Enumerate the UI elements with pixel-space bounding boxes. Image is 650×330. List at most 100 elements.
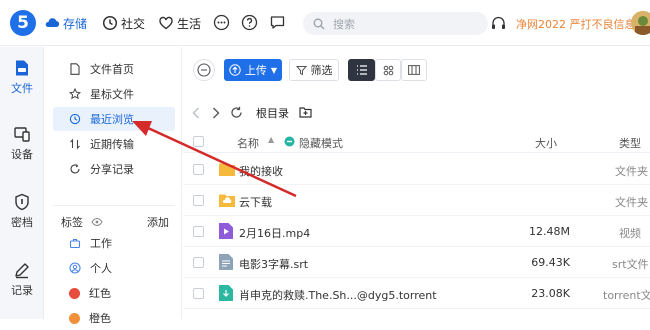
main-panel: 上传 ▼ 筛选 根目录 名称 ▲ 隐藏模式 大小 类型 我的接收 文件夹 云下载…: [183, 47, 650, 319]
nav-social[interactable]: 社交: [102, 14, 145, 32]
left-rail: 文件 设备 密档 记录: [0, 47, 44, 319]
select-all-checkbox[interactable]: [193, 136, 204, 147]
sidebar-item-shares-label: 分享记录: [90, 163, 134, 176]
folder-icon: [219, 163, 235, 176]
row-type: srt文件: [612, 258, 649, 271]
file-icon: [16, 60, 28, 76]
message-icon[interactable]: [269, 14, 286, 31]
more-icon[interactable]: [213, 14, 230, 31]
column-name[interactable]: 名称: [237, 135, 259, 151]
rail-item-records[interactable]: 记录: [0, 261, 44, 298]
hidden-mode-toggle[interactable]: 隐藏模式: [299, 135, 343, 151]
new-folder-icon[interactable]: [299, 106, 312, 118]
rail-item-devices-label: 设备: [11, 148, 33, 161]
row-type: 视频: [619, 227, 641, 240]
star-icon: [69, 88, 81, 100]
nav-social-label: 社交: [121, 16, 146, 31]
sidebar-item-starred[interactable]: 星标文件: [53, 82, 175, 106]
sidebar-tag-orange[interactable]: 橙色: [53, 306, 175, 330]
sidebar-item-transfers[interactable]: 近期传输: [53, 132, 175, 156]
sidebar-item-home[interactable]: 文件首页: [53, 57, 175, 81]
filter-button-label: 筛选: [310, 64, 333, 77]
table-row[interactable]: 我的接收 文件夹: [183, 154, 650, 185]
shield-icon: [15, 193, 29, 211]
row-name: 2月16日.mp4: [239, 227, 311, 240]
eye-icon[interactable]: [91, 217, 103, 227]
row-name: 云下载: [239, 196, 272, 209]
row-size: 12.48M: [529, 225, 570, 238]
filter-button[interactable]: 筛选: [289, 59, 339, 81]
sidebar-item-shares[interactable]: 分享记录: [53, 157, 175, 181]
sidebar-item-home-label: 文件首页: [90, 63, 134, 76]
row-type: 文件夹: [615, 165, 648, 178]
sidebar-tag-personal[interactable]: 个人: [53, 256, 175, 280]
nav-storage[interactable]: 存储: [44, 14, 87, 32]
breadcrumb-root[interactable]: 根目录: [256, 105, 289, 121]
refresh-icon[interactable]: [230, 106, 243, 119]
table-header: 名称 ▲ 隐藏模式 大小 类型: [183, 131, 650, 153]
device-icon: [14, 127, 30, 142]
sidebar-tag-personal-label: 个人: [90, 262, 112, 275]
sidebar-tag-red[interactable]: 红色: [53, 281, 175, 305]
tags-label: 标签: [61, 216, 83, 229]
table-row[interactable]: 电影3字幕.srt 69.43K srt文件: [183, 247, 650, 278]
clock-icon: [102, 15, 118, 31]
rail-item-vault[interactable]: 密档: [0, 193, 44, 230]
sort-icon[interactable]: ▲: [268, 135, 274, 144]
nav-life-label: 生活: [177, 16, 202, 31]
list-view-button[interactable]: [348, 59, 375, 81]
promo-banner[interactable]: 净网2022 严打不良信息: [516, 16, 636, 32]
columns-view-button[interactable]: [401, 59, 427, 81]
help-icon[interactable]: [241, 14, 258, 31]
search-icon: [313, 18, 325, 29]
table-row[interactable]: 肖申克的救赎.The.Sh...@dyg5.torrent 23.08K tor…: [183, 278, 650, 309]
sidebar: 文件首页 星标文件 最近浏览 近期传输 分享记录 标签 添加 工作 个人 红色 …: [45, 47, 182, 325]
sidebar-item-recent-label: 最近浏览: [90, 113, 134, 126]
share-icon: [70, 164, 80, 174]
orange-dot-icon: [69, 312, 80, 324]
rail-item-files[interactable]: 文件: [0, 59, 44, 96]
filter-icon: [295, 65, 307, 75]
nav-storage-label: 存储: [63, 16, 88, 31]
row-checkbox[interactable]: [193, 288, 204, 299]
grid-view-button[interactable]: [375, 59, 401, 81]
video-file-icon: [219, 223, 233, 239]
row-size: 69.43K: [531, 256, 570, 269]
row-checkbox[interactable]: [193, 226, 204, 237]
rail-item-vault-label: 密档: [11, 216, 33, 229]
headset-icon[interactable]: [490, 15, 507, 32]
back-icon[interactable]: [192, 107, 200, 119]
table-row[interactable]: 云下载 文件夹: [183, 185, 650, 216]
column-type[interactable]: 类型: [619, 135, 641, 151]
column-size[interactable]: 大小: [535, 135, 557, 151]
app-logo[interactable]: 5: [10, 10, 36, 36]
search-input[interactable]: 搜索: [303, 12, 488, 35]
upload-button[interactable]: 上传 ▼: [224, 59, 282, 81]
rail-item-files-label: 文件: [11, 82, 33, 95]
upload-icon: [229, 64, 241, 76]
row-size: 23.08K: [531, 287, 570, 300]
torrent-file-icon: [219, 285, 233, 301]
minus-circle-icon: [197, 63, 211, 77]
row-name: 肖申克的救赎.The.Sh...@dyg5.torrent: [239, 289, 437, 302]
row-checkbox[interactable]: [193, 164, 204, 175]
forward-icon[interactable]: [212, 107, 220, 119]
more-actions-button[interactable]: [193, 59, 215, 81]
row-checkbox[interactable]: [193, 257, 204, 268]
columns-view-icon: [408, 65, 420, 75]
row-checkbox[interactable]: [193, 195, 204, 206]
sidebar-tag-red-label: 红色: [89, 287, 111, 300]
sidebar-divider: [53, 205, 175, 206]
nav-life[interactable]: 生活: [158, 14, 201, 32]
history-icon: [69, 113, 81, 125]
avatar[interactable]: [631, 11, 650, 35]
row-name: 我的接收: [239, 165, 283, 178]
sidebar-item-recent[interactable]: 最近浏览: [53, 107, 175, 131]
sidebar-tag-work[interactable]: 工作: [53, 231, 175, 255]
tags-add-button[interactable]: 添加: [147, 214, 169, 230]
rail-item-devices[interactable]: 设备: [0, 125, 44, 162]
text-file-icon: [219, 254, 233, 270]
row-name: 电影3字幕.srt: [239, 258, 309, 271]
table-row[interactable]: 2月16日.mp4 12.48M 视频: [183, 216, 650, 247]
sidebar-tag-work-label: 工作: [90, 237, 112, 250]
